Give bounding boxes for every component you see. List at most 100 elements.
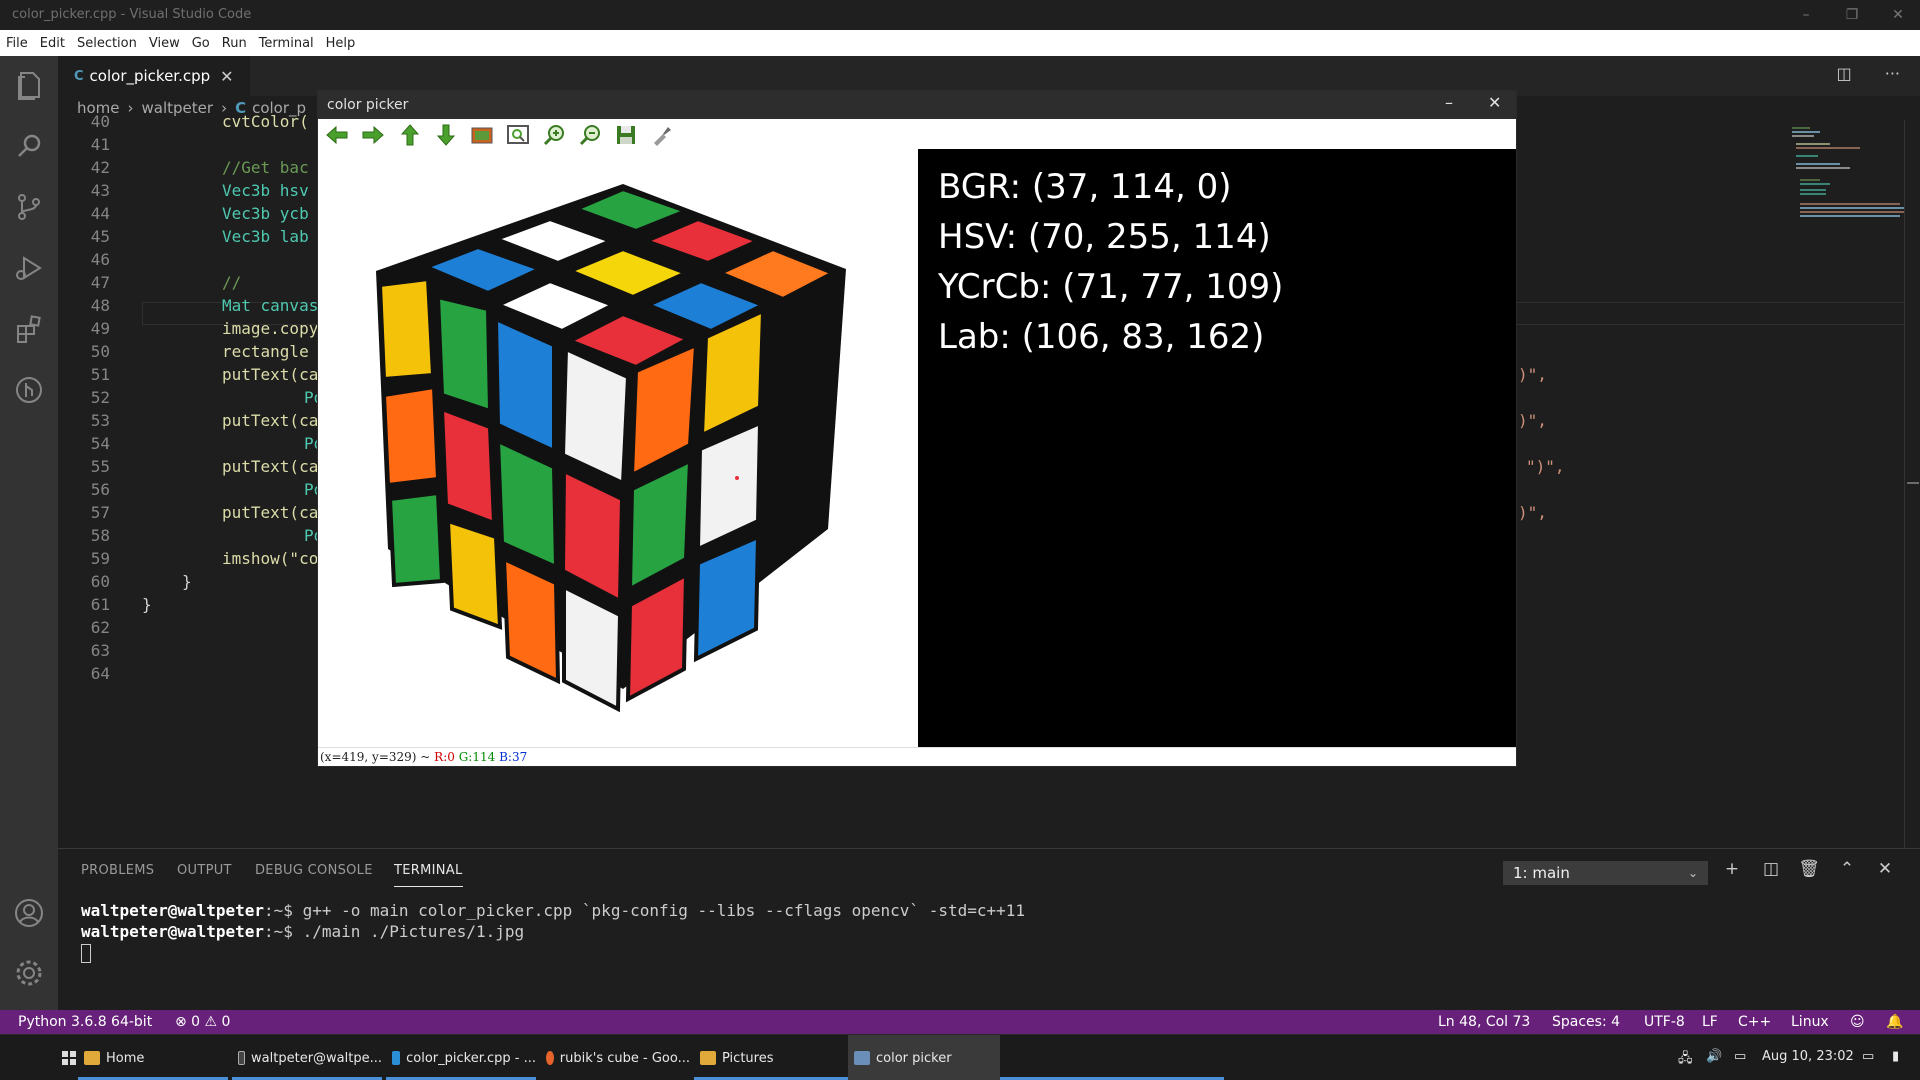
menu-file[interactable]: File [6, 36, 28, 51]
breadcrumb-waltpeter[interactable]: waltpeter [142, 99, 214, 117]
properties-icon[interactable] [650, 123, 674, 147]
menu-view[interactable]: View [149, 36, 180, 51]
python-interpreter[interactable]: Python 3.6.8 64-bit [18, 1014, 152, 1030]
zoom-in-icon[interactable] [542, 123, 566, 147]
picker-titlebar[interactable]: color picker – ✕ [318, 91, 1516, 119]
chevron-right-icon: › [127, 99, 134, 117]
notifications-icon[interactable]: 🔔 [1886, 1014, 1903, 1030]
files-icon[interactable] [9, 65, 49, 105]
account-icon[interactable] [9, 893, 49, 933]
lab-value: Lab: (106, 83, 162) [938, 317, 1265, 357]
zoom-fit-icon[interactable] [506, 123, 530, 147]
code-line: putText(ca [222, 411, 319, 430]
menu-run[interactable]: Run [222, 36, 247, 51]
clock[interactable]: Aug 10, 23:02 [1762, 1049, 1854, 1064]
line-number: 63 [90, 641, 110, 660]
new-terminal-icon[interactable]: + [1720, 859, 1744, 879]
code-line: Vec3b ycb [222, 204, 309, 223]
code-line: // [222, 273, 242, 292]
tab-color-picker-cpp[interactable]: C color_picker.cpp ✕ [58, 56, 250, 96]
line-number: 55 [90, 457, 110, 476]
save-icon[interactable] [614, 123, 638, 147]
maximize-panel-icon[interactable]: ⌃ [1835, 859, 1859, 879]
os[interactable]: Linux [1791, 1014, 1829, 1030]
vscode-icon [392, 1051, 401, 1065]
source-control-icon[interactable] [9, 187, 49, 227]
zoom-out-icon[interactable] [578, 123, 602, 147]
tab-debug-console[interactable]: DEBUG CONSOLE [255, 863, 373, 878]
tab-terminal[interactable]: TERMINAL [394, 863, 463, 887]
code-line: image.copy [222, 319, 319, 338]
search-icon[interactable] [9, 126, 49, 166]
code-line: putText(ca [222, 503, 319, 522]
line-number: 58 [90, 526, 110, 545]
terminal-select[interactable]: 1: main ⌄ [1503, 861, 1708, 885]
close-window-button[interactable]: ✕ [1876, 0, 1920, 30]
close-panel-icon[interactable]: ✕ [1873, 859, 1897, 879]
line-number: 64 [90, 664, 110, 683]
code-line: putText(ca [222, 365, 319, 384]
indentation[interactable]: Spaces: 4 [1552, 1014, 1620, 1030]
arrow-right-icon[interactable] [361, 123, 385, 147]
menu-go[interactable]: Go [192, 36, 210, 51]
line-number: 62 [90, 618, 110, 637]
arrow-up-icon[interactable] [398, 123, 422, 147]
rubiks-cube-image[interactable] [318, 149, 918, 747]
menu-edit[interactable]: Edit [40, 36, 65, 51]
kill-terminal-icon[interactable]: 🗑 [1797, 859, 1821, 879]
battery-icon[interactable]: ▭ [1734, 1049, 1746, 1064]
notification-area-icon[interactable]: ▮ [1892, 1049, 1899, 1064]
taskbar-item-home[interactable]: Home [78, 1035, 228, 1080]
taskbar-item-firefox[interactable]: rubik's cube - Goo... [540, 1035, 690, 1080]
menu-selection[interactable]: Selection [77, 36, 137, 51]
editor-scrollbar[interactable] [1904, 120, 1920, 848]
activity-bar [0, 56, 58, 1010]
settings-gear-icon[interactable] [9, 953, 49, 993]
code-line: cvtColor( [222, 112, 309, 131]
tab-output[interactable]: OUTPUT [177, 863, 232, 878]
run-debug-icon[interactable] [9, 248, 49, 288]
taskbar-item-color-picker[interactable]: color picker [848, 1035, 1000, 1080]
encoding[interactable]: UTF-8 [1644, 1014, 1685, 1030]
minimap[interactable] [1790, 120, 1910, 250]
chevron-down-icon: ⌄ [1687, 866, 1698, 880]
terminal-cursor[interactable] [81, 944, 91, 963]
end-of-line[interactable]: LF [1702, 1014, 1718, 1030]
more-actions-icon[interactable]: ··· [1885, 64, 1900, 83]
split-terminal-icon[interactable]: ◫ [1759, 859, 1783, 879]
minimize-button[interactable]: – [1784, 0, 1828, 30]
color-picker-window[interactable]: color picker – ✕ BGR: (37, 114, 0) HSV: … [317, 90, 1517, 767]
line-number: 60 [90, 572, 110, 591]
line-number: 48 [90, 296, 110, 315]
menu-terminal[interactable]: Terminal [259, 36, 314, 51]
cpp-file-icon: C [74, 68, 84, 84]
image-icon[interactable] [470, 123, 494, 147]
volume-icon[interactable]: 🔊 [1706, 1049, 1722, 1064]
line-number: 54 [90, 434, 110, 453]
arrow-left-icon[interactable] [325, 123, 349, 147]
split-editor-icon[interactable]: ◫ [1837, 64, 1852, 83]
code-line: Mat canvas [222, 296, 319, 315]
problems-count[interactable]: ⊗ 0 ⚠ 0 [175, 1014, 230, 1030]
windows-start-icon[interactable] [56, 1035, 76, 1080]
arrow-down-icon[interactable] [434, 123, 458, 147]
git-graph-icon[interactable] [9, 370, 49, 410]
editor-actions: ◫ ··· [1837, 64, 1900, 83]
restore-button[interactable]: ❐ [1830, 0, 1874, 30]
taskbar-item-terminal[interactable]: waltpeter@waltpe... [232, 1035, 382, 1080]
picker-close-button[interactable]: ✕ [1488, 93, 1501, 112]
feedback-icon[interactable]: ☺ [1850, 1014, 1865, 1030]
line-number: 51 [90, 365, 110, 384]
extensions-icon[interactable] [9, 309, 49, 349]
menu-help[interactable]: Help [326, 36, 356, 51]
picker-minimize-button[interactable]: – [1445, 93, 1453, 112]
taskbar-item-pictures[interactable]: Pictures [694, 1035, 844, 1080]
taskbar-item-vscode[interactable]: color_picker.cpp - ... [386, 1035, 536, 1080]
folder-icon [700, 1051, 716, 1065]
close-tab-icon[interactable]: ✕ [220, 67, 233, 86]
language-mode[interactable]: C++ [1738, 1014, 1771, 1030]
show-desktop-icon[interactable]: ▭ [1862, 1049, 1874, 1064]
cursor-position[interactable]: Ln 48, Col 73 [1438, 1014, 1530, 1030]
tab-problems[interactable]: PROBLEMS [81, 863, 154, 878]
network-icon[interactable]: 🖧 [1678, 1049, 1693, 1071]
